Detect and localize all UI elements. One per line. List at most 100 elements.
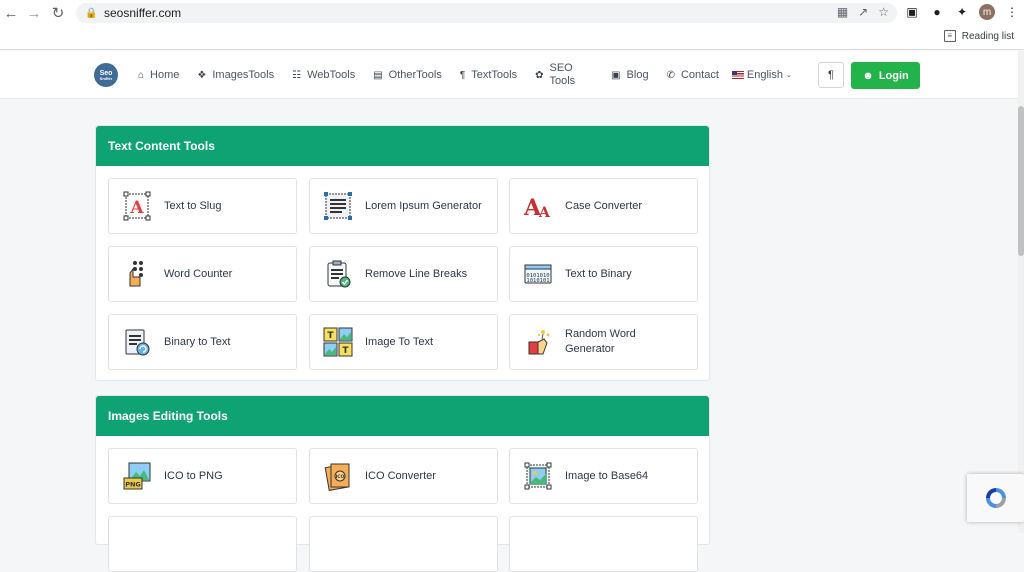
lock-icon: 🔒 bbox=[85, 7, 98, 19]
page-scrollbar[interactable] bbox=[1018, 51, 1024, 533]
nav-label: ImagesTools bbox=[212, 69, 275, 81]
tool-word-counter[interactable]: Word Counter bbox=[108, 246, 297, 302]
svg-text:T: T bbox=[342, 346, 349, 356]
tool-card-partial[interactable] bbox=[509, 516, 698, 572]
star-icon[interactable]: ☆ bbox=[878, 5, 889, 19]
back-icon[interactable]: ← bbox=[0, 2, 22, 24]
tool-image-to-text[interactable]: T T Image To Text bbox=[309, 314, 498, 370]
sitemap-icon: ☷ bbox=[292, 69, 302, 81]
tool-label: Text to Binary bbox=[565, 267, 632, 280]
paragraph-icon: ¶ bbox=[459, 69, 466, 81]
reload-icon[interactable]: ↻ bbox=[47, 2, 69, 24]
tool-random-word[interactable]: Random Word Generator bbox=[509, 314, 698, 370]
reading-list-button[interactable]: ≡ Reading list bbox=[943, 30, 1014, 42]
svg-text:A: A bbox=[538, 205, 551, 221]
nav-label: SEO Tools bbox=[549, 62, 576, 87]
browser-toolbar: ← → ↻ 🔒 seosniffer.com ▦ ↗ ☆ ▣ ● ✦ m ⋮ bbox=[0, 0, 1024, 26]
share-icon[interactable]: ↗ bbox=[858, 5, 868, 19]
language-label: English bbox=[746, 69, 783, 81]
chevron-down-icon: ⌄ bbox=[785, 72, 792, 79]
nav-blog[interactable]: ▣ Blog bbox=[611, 69, 648, 81]
tool-label: Text to Slug bbox=[164, 199, 222, 212]
nav-images-tools[interactable]: ❖ ImagesTools bbox=[197, 69, 274, 81]
tool-label: Image To Text bbox=[365, 335, 434, 348]
tool-text-to-binary[interactable]: 0101010 1010101 Text to Binary bbox=[509, 246, 698, 302]
binary-text-icon bbox=[125, 329, 150, 356]
tool-card-partial[interactable] bbox=[309, 516, 498, 572]
home-icon: ⌂ bbox=[138, 69, 145, 81]
url-text[interactable]: seosniffer.com bbox=[104, 6, 181, 20]
toolbox-icon: ▤ bbox=[373, 69, 383, 81]
recaptcha-icon bbox=[985, 488, 1006, 508]
svg-text:T: T bbox=[327, 331, 334, 341]
lorem-ipsum-icon bbox=[324, 192, 352, 220]
ico-png-icon: PNG bbox=[123, 462, 151, 490]
reading-list-label: Reading list bbox=[961, 30, 1014, 42]
remove-line-breaks-icon bbox=[327, 260, 351, 288]
tool-case-converter[interactable]: A A Case Converter bbox=[509, 178, 698, 234]
nav-other-tools[interactable]: ▤ OtherTools bbox=[373, 69, 442, 81]
tool-card-partial[interactable] bbox=[108, 516, 297, 572]
tool-binary-to-text[interactable]: Binary to Text bbox=[108, 314, 297, 370]
us-flag-icon bbox=[731, 71, 744, 79]
grid-icon: ❖ bbox=[197, 69, 207, 81]
nav-label: TextTools bbox=[471, 69, 518, 81]
nav-label: WebTools bbox=[307, 69, 356, 81]
tool-ico-to-png[interactable]: PNG ICO to PNG bbox=[108, 448, 297, 504]
svg-text:PNG: PNG bbox=[125, 481, 141, 489]
random-word-icon bbox=[528, 330, 550, 355]
ico-converter-icon: ICO bbox=[324, 463, 350, 491]
text-slug-icon: A bbox=[123, 191, 151, 221]
main-nav: ⌂ Home ❖ ImagesTools ☷ WebTools ▤ OtherT… bbox=[138, 51, 810, 99]
tool-image-to-base64[interactable]: Image to Base64 bbox=[509, 448, 698, 504]
nav-label: Blog bbox=[626, 69, 649, 81]
nav-contact[interactable]: ✆ Contact bbox=[667, 69, 719, 81]
nav-home[interactable]: ⌂ Home bbox=[138, 69, 179, 81]
phone-icon: ✆ bbox=[666, 69, 675, 81]
profile-avatar[interactable]: m bbox=[979, 4, 995, 20]
nav-web-tools[interactable]: ☷ WebTools bbox=[292, 69, 355, 81]
forward-icon[interactable]: → bbox=[23, 2, 45, 24]
nav-label: Contact bbox=[680, 69, 719, 81]
tool-label: ICO to PNG bbox=[164, 469, 223, 482]
image-text-icon: T T bbox=[323, 327, 353, 357]
login-label: Login bbox=[878, 69, 909, 82]
translate-icon[interactable]: ▦ bbox=[837, 5, 848, 19]
tool-label: Random Word Generator bbox=[565, 328, 636, 355]
tool-ico-converter[interactable]: ICO ICO Converter bbox=[309, 448, 498, 504]
text-content-tools-section: Text Content Tools A Text to Slug Lorem … bbox=[95, 125, 710, 381]
logo-subtext: Sniffer bbox=[99, 75, 113, 81]
tool-label: Remove Line Breaks bbox=[365, 267, 468, 280]
nav-seo-tools[interactable]: ✿ SEO Tools bbox=[535, 62, 593, 88]
image-base64-icon bbox=[524, 462, 552, 490]
rtl-toggle-button[interactable]: ¶ bbox=[818, 62, 844, 88]
tool-lorem-ipsum[interactable]: Lorem Ipsum Generator bbox=[309, 178, 498, 234]
text-binary-icon: 0101010 1010101 bbox=[524, 264, 552, 284]
section-title: Images Editing Tools bbox=[96, 396, 709, 436]
extension-incognito-icon[interactable]: ● bbox=[929, 4, 945, 20]
site-header: Seo Sniffer ⌂ Home ❖ ImagesTools ☷ WebTo… bbox=[0, 51, 1018, 99]
user-icon: ☻ bbox=[862, 69, 874, 82]
menu-kebab-icon[interactable]: ⋮ bbox=[1004, 4, 1020, 20]
login-button[interactable]: ☻ Login bbox=[851, 62, 920, 89]
rocket-icon: ✿ bbox=[535, 69, 544, 81]
tool-label: Lorem Ipsum Generator bbox=[365, 199, 482, 212]
site-logo[interactable]: Seo Sniffer bbox=[94, 63, 118, 87]
blog-icon: ▣ bbox=[611, 69, 621, 81]
tool-label: ICO Converter bbox=[365, 469, 436, 482]
recaptcha-badge[interactable] bbox=[967, 474, 1024, 522]
nav-text-tools[interactable]: ¶ TextTools bbox=[460, 69, 517, 81]
language-select[interactable]: English ⌄ bbox=[731, 69, 792, 81]
tool-remove-line-breaks[interactable]: Remove Line Breaks bbox=[309, 246, 498, 302]
extensions-puzzle-icon[interactable]: ✦ bbox=[954, 4, 970, 20]
svg-text:ICO: ICO bbox=[336, 474, 345, 480]
address-bar[interactable]: 🔒 seosniffer.com ▦ ↗ ☆ bbox=[76, 3, 897, 23]
svg-text:A: A bbox=[129, 198, 144, 218]
tool-text-to-slug[interactable]: A Text to Slug bbox=[108, 178, 297, 234]
extension-notes-icon[interactable]: ▣ bbox=[904, 4, 920, 20]
tool-label: Image to Base64 bbox=[565, 469, 649, 482]
reading-list-icon: ≡ bbox=[943, 30, 956, 42]
scroll-thumb[interactable] bbox=[1018, 106, 1024, 256]
tool-label: Word Counter bbox=[164, 267, 233, 280]
svg-text:1010101: 1010101 bbox=[526, 278, 549, 284]
